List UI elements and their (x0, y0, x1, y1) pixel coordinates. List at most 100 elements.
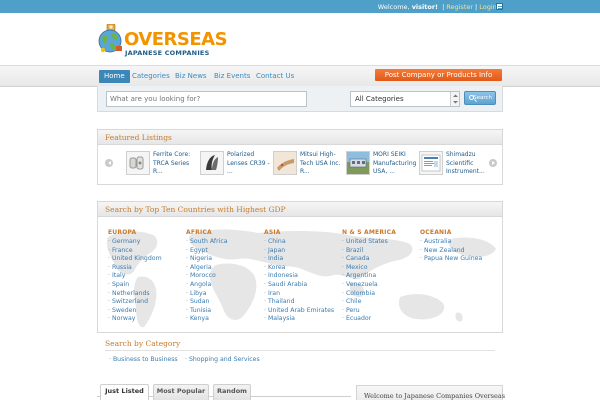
carousel-next-icon[interactable] (489, 159, 497, 167)
search-bar: All Categories Search (97, 86, 503, 112)
tab-random[interactable]: Random (213, 384, 251, 400)
divider (105, 350, 495, 351)
country-link[interactable]: Indonesia (264, 272, 334, 281)
welcome-prefix: Welcome, (377, 3, 410, 11)
featured-item-text[interactable]: Ferrite Core: TRCA Series R... (153, 151, 197, 177)
category-section: Search by Category Business to Business … (97, 336, 503, 372)
country-link[interactable]: Brazil (342, 247, 396, 256)
top-bar: Welcome, visitor! |Register|Login| (0, 0, 600, 13)
category-link-shopping[interactable]: Shopping and Services (185, 356, 260, 363)
featured-item-text[interactable]: MORI SEIKI Manufacturing USA, ... (373, 151, 417, 177)
nav-biz-news[interactable]: Biz News (170, 70, 212, 83)
tab-just-listed[interactable]: Just Listed (100, 384, 149, 400)
country-link[interactable]: Russia (108, 264, 162, 273)
region-title: ASIA (264, 229, 281, 236)
country-link[interactable]: United Arab Emirates (264, 307, 334, 316)
country-link[interactable]: Australia (420, 238, 482, 247)
country-link[interactable]: Korea (264, 264, 334, 273)
nav-home[interactable]: Home (99, 70, 130, 83)
featured-item[interactable]: Shimadzu Scientific Instrument... (419, 151, 487, 179)
country-link[interactable]: United Kingdom (108, 255, 162, 264)
country-link[interactable]: Angola (186, 281, 228, 290)
region-africa: AFRICA South Africa Egypt Nigeria Algeri… (186, 229, 228, 324)
country-link[interactable]: Nigeria (186, 255, 228, 264)
nav-biz-events[interactable]: Biz Events (209, 70, 255, 83)
separator: | (475, 3, 478, 11)
featured-item-text[interactable]: Polarized Lenses CR39 - ... (227, 151, 271, 177)
country-link[interactable]: Kenya (186, 315, 228, 324)
category-select[interactable]: All Categories (350, 91, 460, 107)
country-link[interactable]: Netherlands (108, 290, 162, 299)
country-link[interactable]: United States (342, 238, 396, 247)
login-link[interactable]: Login (479, 3, 497, 11)
country-link[interactable]: Italy (108, 272, 162, 281)
region-title: OCEANIA (420, 229, 452, 236)
featured-item[interactable]: Polarized Lenses CR39 - ... (200, 151, 271, 179)
search-button[interactable]: Search (464, 91, 496, 105)
country-link[interactable]: Venezuela (342, 281, 396, 290)
country-link[interactable]: Saudi Arabia (264, 281, 334, 290)
country-link[interactable]: Peru (342, 307, 396, 316)
product-thumbnail[interactable] (346, 151, 370, 175)
country-link[interactable]: Sweden (108, 307, 162, 316)
country-link[interactable]: Chile (342, 298, 396, 307)
country-link[interactable]: Sudan (186, 298, 228, 307)
site-logo[interactable]: OVERSEAS JAPANESE COMPANIES (97, 22, 228, 58)
region-asia: ASIA China Japan India Korea Indonesia S… (264, 229, 334, 324)
product-thumbnail[interactable] (126, 151, 150, 175)
search-input[interactable] (106, 91, 307, 107)
region-oceania: OCEANIA Australia New Zealand Papua New … (420, 229, 482, 264)
country-link[interactable]: Thailand (264, 298, 334, 307)
logo-subtitle: JAPANESE COMPANIES (125, 49, 210, 57)
world-map: EUROPA Germany France United Kingdom Rus… (98, 217, 502, 333)
category-link-b2b[interactable]: Business to Business (109, 356, 178, 363)
country-link[interactable]: Tunisia (186, 307, 228, 316)
globe-icon (98, 24, 122, 53)
country-link[interactable]: Morocco (186, 272, 228, 281)
region-title: EUROPA (108, 229, 137, 236)
country-link[interactable]: Spain (108, 281, 162, 290)
featured-item[interactable]: MORI SEIKI Manufacturing USA, ... (346, 151, 417, 179)
country-link[interactable]: France (108, 247, 162, 256)
post-company-button[interactable]: Post Company or Products Info (375, 69, 502, 81)
country-link[interactable]: New Zealand (420, 247, 482, 256)
logo-title: OVERSEAS (124, 29, 228, 50)
country-link[interactable]: Iran (264, 290, 334, 299)
country-link[interactable]: Malaysia (264, 315, 334, 324)
country-link[interactable]: Algeria (186, 264, 228, 273)
tab-most-popular[interactable]: Most Popular (153, 384, 209, 400)
country-link[interactable]: China (264, 238, 334, 247)
carousel-prev-icon[interactable] (105, 159, 113, 167)
country-link[interactable]: India (264, 255, 334, 264)
country-link[interactable]: South Africa (186, 238, 228, 247)
register-link[interactable]: Register (446, 3, 473, 11)
country-link[interactable]: Argentina (342, 272, 396, 281)
country-link[interactable]: Japan (264, 247, 334, 256)
country-link[interactable]: Switzerland (108, 298, 162, 307)
category-select-value: All Categories (355, 95, 404, 103)
featured-title: Featured Listings (98, 130, 502, 145)
product-thumbnail[interactable] (200, 151, 224, 175)
country-link[interactable]: Canada (342, 255, 396, 264)
country-link[interactable]: Egypt (186, 247, 228, 256)
main-nav: Home Categories Biz News Biz Events Cont… (0, 65, 600, 87)
featured-item-text[interactable]: Shimadzu Scientific Instrument... (446, 151, 490, 177)
product-thumbnail[interactable] (273, 151, 297, 175)
featured-item[interactable]: Mitsui High-Tech USA Inc. R... (273, 151, 341, 179)
product-thumbnail[interactable] (419, 151, 443, 175)
country-link[interactable]: Ecuador (342, 315, 396, 324)
nav-contact-us[interactable]: Contact Us (251, 70, 299, 83)
featured-item[interactable]: Ferrite Core: TRCA Series R... (126, 151, 194, 179)
country-link[interactable]: Norway (108, 315, 162, 324)
nav-categories[interactable]: Categories (127, 70, 175, 83)
rss-icon[interactable] (496, 3, 503, 10)
country-link[interactable]: Mexico (342, 264, 396, 273)
category-section-title: Search by Category (105, 339, 181, 348)
region-title: N & S AMERICA (342, 229, 397, 236)
countries-panel: Search by Top Ten Countries with Highest… (97, 201, 503, 333)
country-link[interactable]: Germany (108, 238, 162, 247)
country-link[interactable]: Papua New Guinea (420, 255, 482, 264)
country-link[interactable]: Libya (186, 290, 228, 299)
featured-item-text[interactable]: Mitsui High-Tech USA Inc. R... (300, 151, 344, 177)
country-link[interactable]: Colombia (342, 290, 396, 299)
